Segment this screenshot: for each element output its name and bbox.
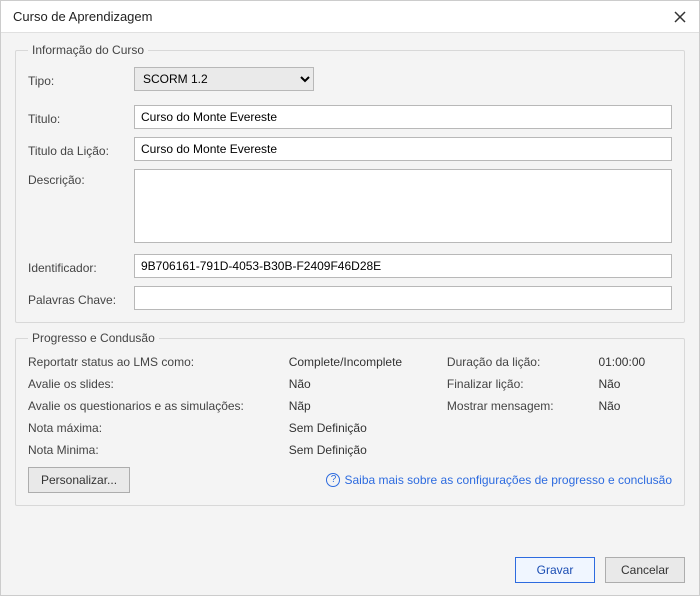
- course-info-legend: Informação do Curso: [28, 43, 148, 57]
- learn-more-link[interactable]: ? Saiba mais sobre as configurações de p…: [326, 473, 672, 487]
- progress-grid: Reportatr status ao LMS como: Complete/I…: [28, 355, 672, 457]
- dialog-footer: Gravar Cancelar: [1, 545, 699, 595]
- eval-quiz-label: Avalie os questionarios e as simulações:: [28, 399, 271, 413]
- duration-value: 01:00:00: [598, 355, 672, 369]
- cancel-button[interactable]: Cancelar: [605, 557, 685, 583]
- show-message-value: Não: [598, 399, 672, 413]
- eval-slides-value: Não: [289, 377, 429, 391]
- finish-lesson-value: Não: [598, 377, 672, 391]
- min-grade-label: Nota Minima:: [28, 443, 271, 457]
- report-status-label: Reportatr status ao LMS como:: [28, 355, 271, 369]
- identifier-input[interactable]: [134, 254, 672, 278]
- type-label: Tipo:: [28, 70, 128, 88]
- learn-more-text: Saiba mais sobre as configurações de pro…: [344, 473, 672, 487]
- course-info-group: Informação do Curso Tipo: SCORM 1.2 Titu…: [15, 43, 685, 323]
- keywords-input[interactable]: [134, 286, 672, 310]
- titlebar: Curso de Aprendizagem: [1, 1, 699, 33]
- progress-legend: Progresso e Condusão: [28, 331, 159, 345]
- title-label: Titulo:: [28, 108, 128, 126]
- title-input[interactable]: [134, 105, 672, 129]
- lesson-title-label: Titulo da Lição:: [28, 140, 128, 158]
- eval-slides-label: Avalie os slides:: [28, 377, 271, 391]
- eval-quiz-value: Nãp: [289, 399, 429, 413]
- lesson-title-input[interactable]: [134, 137, 672, 161]
- close-icon[interactable]: [673, 10, 687, 24]
- finish-lesson-label: Finalizar lição:: [447, 377, 581, 391]
- report-status-value: Complete/Incomplete: [289, 355, 429, 369]
- duration-label: Duração da lição:: [447, 355, 581, 369]
- help-icon: ?: [326, 473, 340, 487]
- max-grade-value: Sem Definição: [289, 421, 429, 435]
- description-label: Descrição:: [28, 169, 128, 187]
- dialog: Curso de Aprendizagem Informação do Curs…: [0, 0, 700, 596]
- max-grade-label: Nota máxima:: [28, 421, 271, 435]
- show-message-label: Mostrar mensagem:: [447, 399, 581, 413]
- dialog-body: Informação do Curso Tipo: SCORM 1.2 Titu…: [1, 33, 699, 545]
- min-grade-value: Sem Definição: [289, 443, 429, 457]
- type-select[interactable]: SCORM 1.2: [134, 67, 314, 91]
- keywords-label: Palavras Chave:: [28, 289, 128, 307]
- progress-group: Progresso e Condusão Reportatr status ao…: [15, 331, 685, 506]
- description-textarea[interactable]: [134, 169, 672, 243]
- customize-button[interactable]: Personalizar...: [28, 467, 130, 493]
- save-button[interactable]: Gravar: [515, 557, 595, 583]
- identifier-label: Identificador:: [28, 257, 128, 275]
- dialog-title: Curso de Aprendizagem: [13, 9, 152, 24]
